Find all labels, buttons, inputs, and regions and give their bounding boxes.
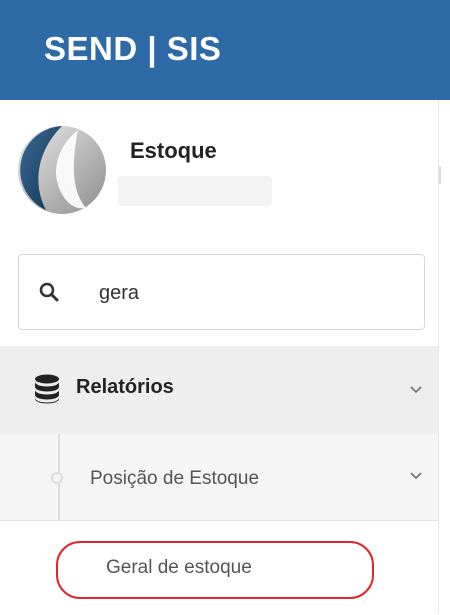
search-icon <box>39 282 59 302</box>
profile-subtitle-placeholder <box>118 176 272 206</box>
menu-leaf-geral-de-estoque[interactable]: Geral de estoque <box>106 557 252 579</box>
menu-subitem-label: Posição de Estoque <box>90 468 260 489</box>
search-input[interactable] <box>99 275 399 311</box>
chevron-down-icon[interactable] <box>408 470 424 482</box>
chevron-down-icon[interactable] <box>408 384 424 396</box>
app-header: SEND | SIS <box>0 0 450 100</box>
menu-item-label: Relatórios <box>76 376 174 398</box>
tree-node-icon <box>51 472 63 484</box>
content-area-edge <box>439 100 450 614</box>
database-icon <box>35 374 59 404</box>
app-brand[interactable]: SEND | SIS <box>44 28 221 70</box>
menu-subitem-posicao-de-estoque[interactable]: Posição de Estoque <box>0 434 438 520</box>
menu-leaf-container: Geral de estoque <box>0 520 438 615</box>
profile-name: Estoque <box>130 138 217 163</box>
divider <box>439 166 441 184</box>
company-logo-icon <box>18 126 106 214</box>
search-box[interactable] <box>18 254 425 330</box>
menu-item-relatorios[interactable]: Relatórios <box>0 346 438 434</box>
